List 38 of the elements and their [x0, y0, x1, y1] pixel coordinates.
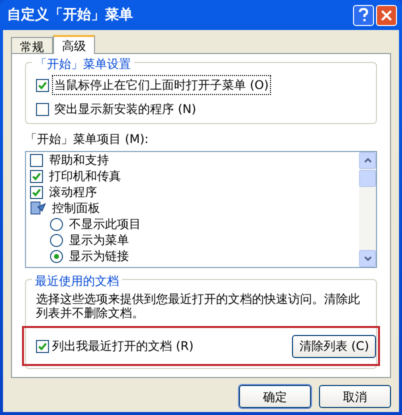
close-button[interactable]	[376, 4, 397, 26]
question-mark-icon	[358, 8, 369, 22]
list-item-label[interactable]: 滚动程序	[49, 185, 97, 199]
list-label: 「开始」菜单项目 (M):	[25, 131, 150, 148]
scroll-down-button[interactable]	[359, 250, 376, 267]
list-item-label[interactable]: 不显示此项目	[69, 217, 141, 231]
list-item-label[interactable]: 打印机和传真	[49, 169, 121, 183]
dialog-button[interactable]: 取消	[319, 385, 391, 408]
clear-list-button[interactable]: 清除列表 (C)	[292, 334, 376, 358]
option-label: 突出显示新安装的程序 (N)	[53, 101, 198, 118]
close-icon	[381, 10, 392, 20]
scrollbar[interactable]	[359, 152, 376, 267]
group-title: 最近使用的文档	[32, 272, 122, 290]
checkbox[interactable]	[30, 154, 43, 166]
checkbox[interactable]	[36, 340, 49, 352]
radio-button[interactable]	[50, 218, 63, 230]
checkbox[interactable]	[36, 102, 49, 116]
tab[interactable]: 常规	[11, 37, 53, 53]
window-title: 自定义「开始」菜单	[7, 6, 134, 24]
option-label: 当鼠标停止在它们上面时打开子菜单 (O)	[52, 75, 271, 95]
scroll-up-button[interactable]	[359, 152, 376, 169]
control-panel-icon	[30, 201, 46, 215]
option-label: 列出我最近打开的文档 (R)	[52, 338, 194, 355]
checkbox[interactable]	[30, 186, 43, 198]
checkbox[interactable]	[30, 170, 43, 182]
list-item-label[interactable]: 控制面板	[52, 201, 100, 215]
radio-button[interactable]	[50, 250, 63, 262]
list-item-label[interactable]: 显示为菜单	[69, 233, 129, 247]
scroll-thumb[interactable]	[359, 170, 376, 187]
list-item-label[interactable]: 显示为链接	[69, 249, 129, 263]
tab[interactable]: 高级	[53, 35, 95, 54]
checkbox[interactable]	[36, 78, 49, 92]
list-item-label[interactable]: 帮助和支持	[49, 153, 109, 167]
dialog-button[interactable]: 确定	[239, 385, 311, 408]
description-text: 选择这些选项来提供到您最近打开的文档的快速访问。清除此列表并不删除文档。	[36, 292, 361, 320]
group-title: 「开始」菜单设置	[32, 55, 134, 73]
help-button[interactable]	[353, 4, 374, 26]
radio-button[interactable]	[50, 234, 63, 246]
